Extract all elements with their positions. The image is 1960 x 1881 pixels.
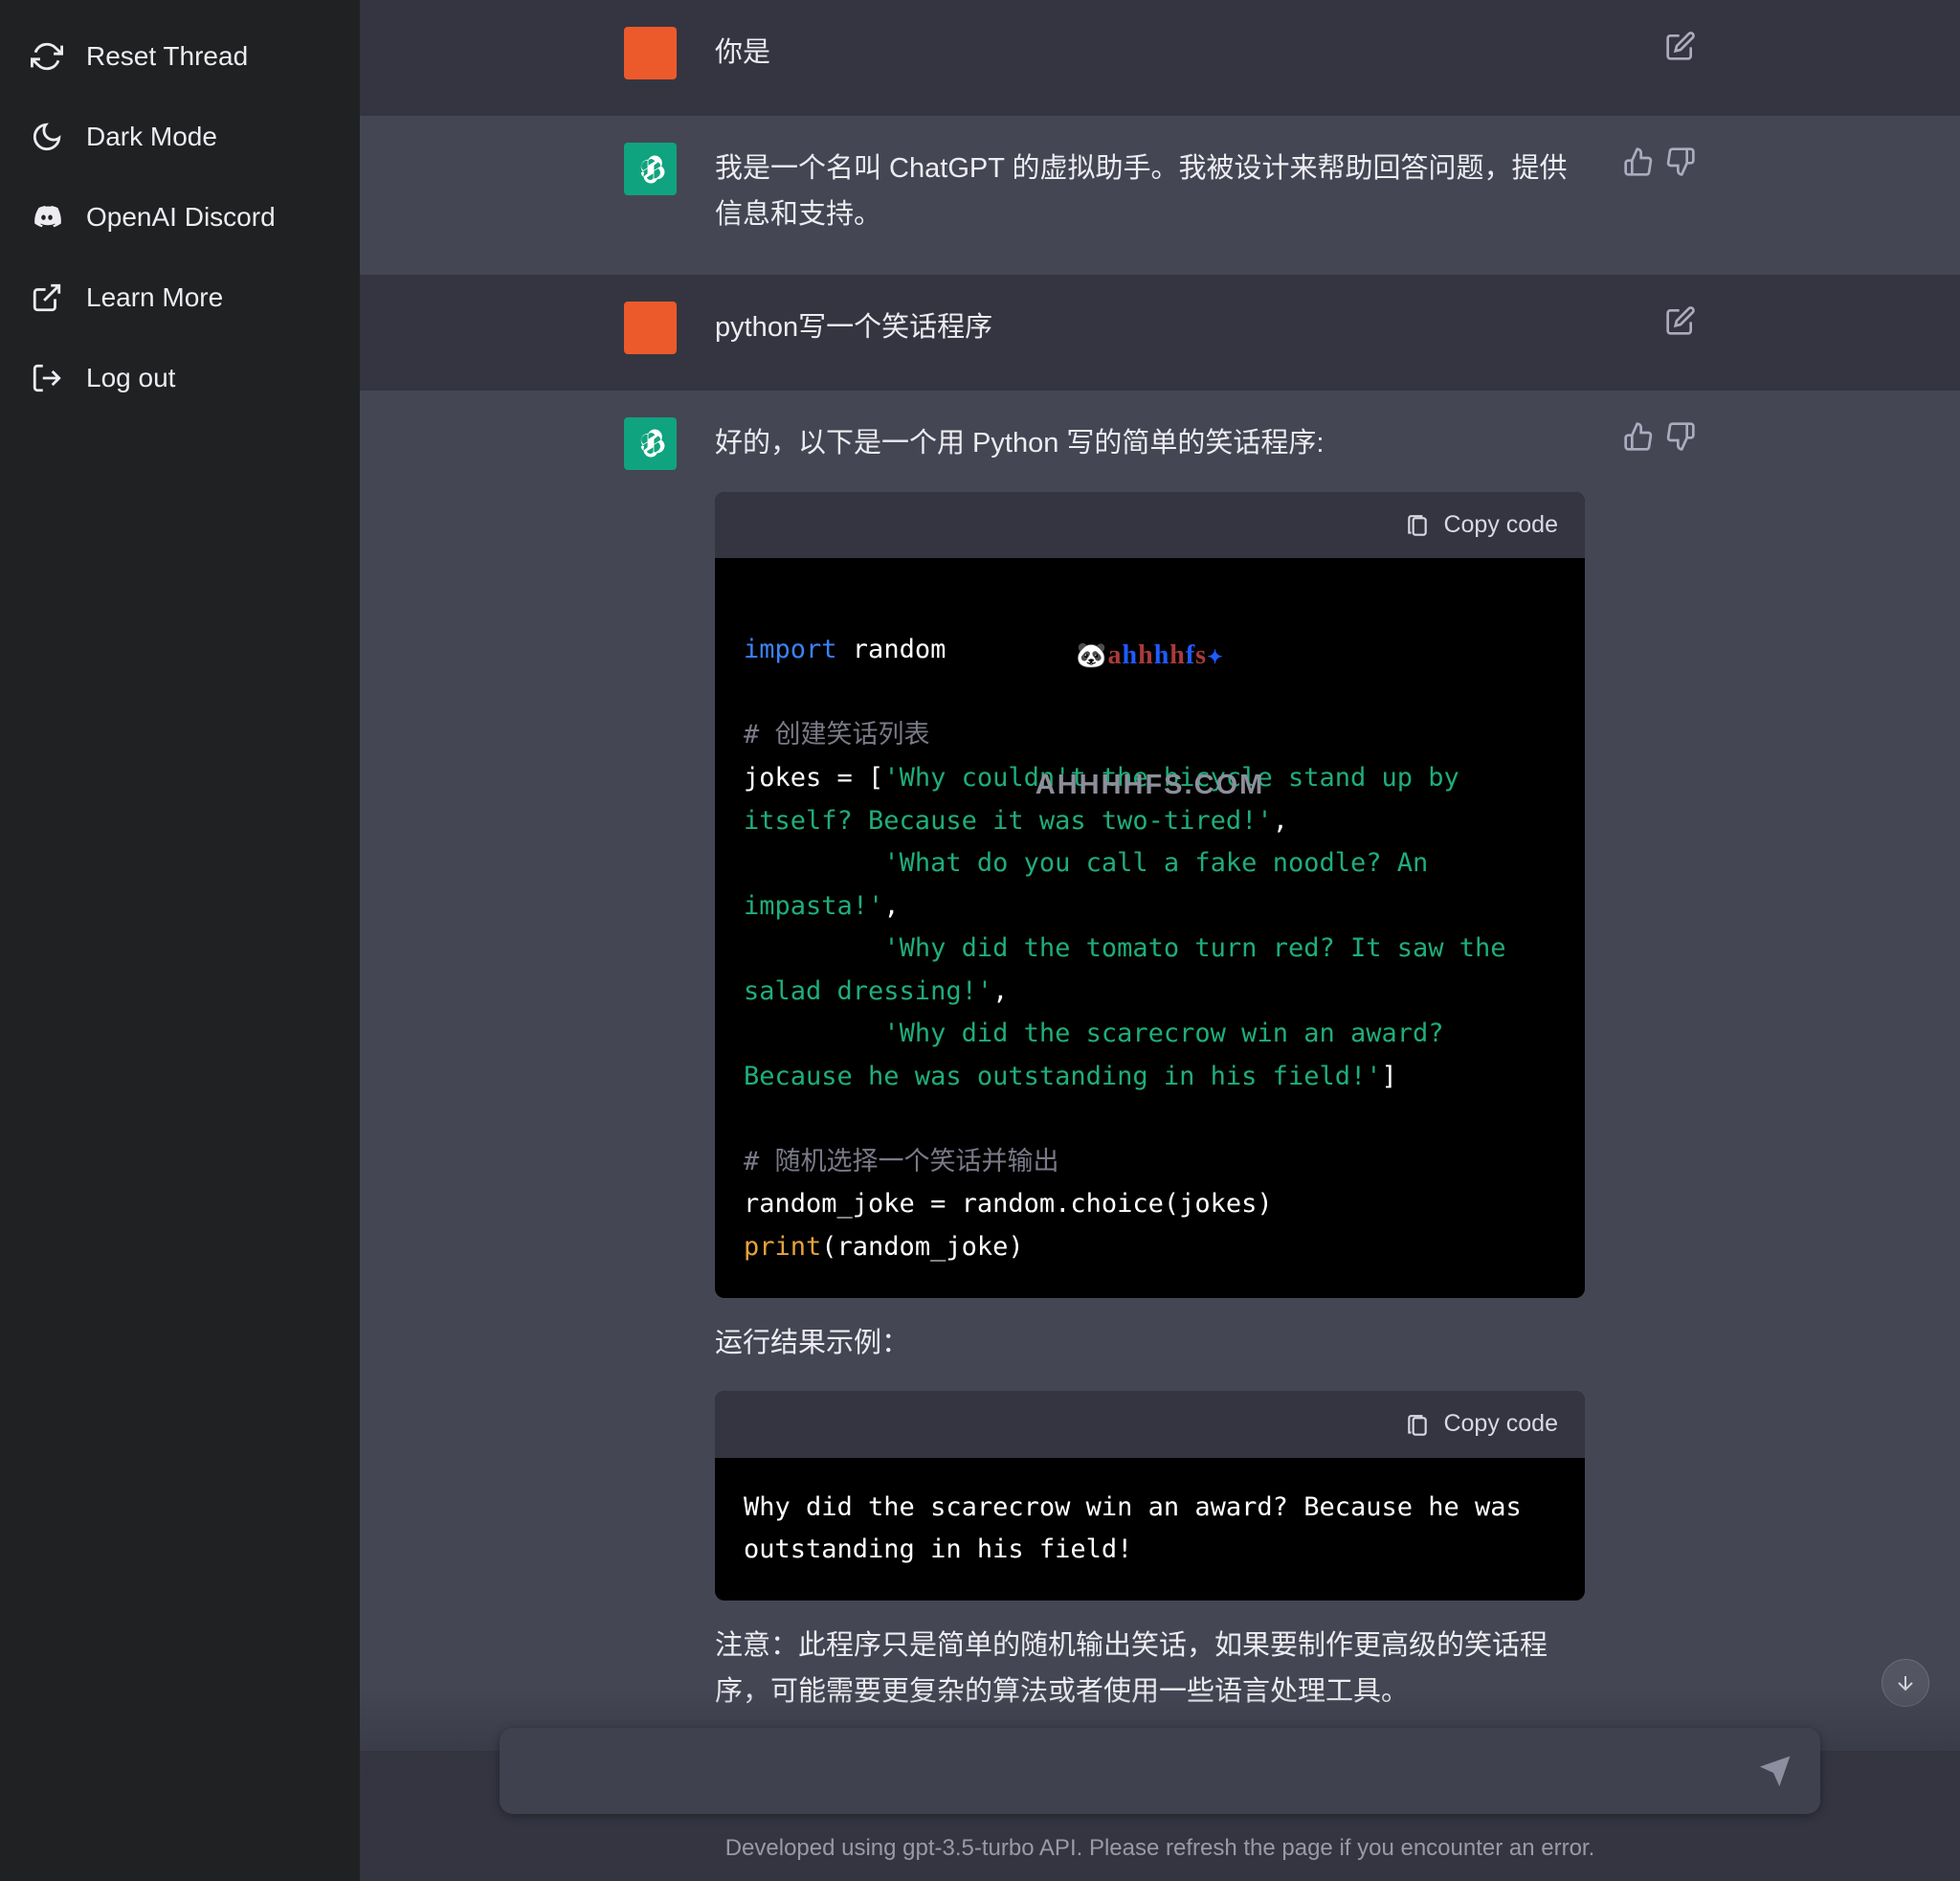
edit-icon[interactable] [1665,31,1696,61]
sidebar-item-label: Log out [86,363,175,393]
message-text: 运行结果示例： [715,1321,1585,1367]
footer-note: Developed using gpt-3.5-turbo API. Pleas… [725,1835,1595,1862]
message-row-assistant: 我是一个名叫 ChatGPT 的虚拟助手。我被设计来帮助回答问题，提供信息和支持… [360,116,1960,275]
thumbs-down-icon[interactable] [1665,421,1696,452]
composer [500,1728,1820,1814]
message-input[interactable] [528,1756,1759,1786]
code-header: Copy code [715,1391,1585,1457]
sidebar-item-dark-mode[interactable]: Dark Mode [13,100,346,174]
sidebar-item-label: Dark Mode [86,122,217,152]
clipboard-icon [1405,512,1430,537]
send-icon [1759,1755,1792,1787]
sidebar-item-label: OpenAI Discord [86,202,276,233]
message-text: 我是一个名叫 ChatGPT 的虚拟助手。我被设计来帮助回答问题，提供信息和支持… [715,143,1585,238]
code-header: Copy code [715,492,1585,558]
logout-icon [31,362,63,394]
message-content: 好的，以下是一个用 Python 写的简单的笑话程序: Copy code 🐼a… [715,417,1585,1715]
main: 你是 我是一个名叫 ChatGPT 的虚拟助手。我被设计来帮助回答问题，提供信息… [360,0,1960,1881]
code-block: Copy code 🐼ahhhhfs✦ AHHHHFS.COM import r… [715,492,1585,1298]
message-text: python写一个笑话程序 [715,302,1627,354]
message-row-user: 你是 [360,0,1960,116]
edit-icon[interactable] [1665,305,1696,336]
avatar-user [624,302,677,354]
send-button[interactable] [1759,1755,1792,1787]
external-icon [31,281,63,314]
sidebar-item-label: Reset Thread [86,41,248,72]
thumbs-down-icon[interactable] [1665,146,1696,177]
message-text: 你是 [715,27,1627,79]
thumbs-up-icon[interactable] [1623,421,1654,452]
code-block: Copy code Why did the scarecrow win an a… [715,1391,1585,1600]
thumbs-up-icon[interactable] [1623,146,1654,177]
openai-logo-icon [635,153,667,186]
sidebar-item-label: Learn More [86,282,223,313]
copy-code-button[interactable]: Copy code [1443,1404,1558,1444]
messages-list: 你是 我是一个名叫 ChatGPT 的虚拟助手。我被设计来帮助回答问题，提供信息… [360,0,1960,1881]
code-content: 🐼ahhhhfs✦ AHHHHFS.COM import random # 创建… [715,558,1585,1298]
message-row-assistant: 好的，以下是一个用 Python 写的简单的笑话程序: Copy code 🐼a… [360,391,1960,1752]
composer-area: Developed using gpt-3.5-turbo API. Pleas… [360,1690,1960,1881]
avatar-assistant [624,143,677,195]
sidebar-item-discord[interactable]: OpenAI Discord [13,180,346,255]
copy-code-button[interactable]: Copy code [1443,505,1558,545]
openai-logo-icon [635,427,667,459]
code-content: Why did the scarecrow win an award? Beca… [715,1458,1585,1601]
message-row-user: python写一个笑话程序 [360,275,1960,391]
message-text: 好的，以下是一个用 Python 写的简单的笑话程序: [715,421,1585,467]
sidebar-item-logout[interactable]: Log out [13,341,346,415]
sidebar-item-learn-more[interactable]: Learn More [13,260,346,335]
sidebar-item-reset-thread[interactable]: Reset Thread [13,19,346,94]
avatar-user [624,27,677,79]
clipboard-icon [1405,1412,1430,1437]
refresh-icon [31,40,63,73]
discord-icon [31,201,63,234]
avatar-assistant [624,417,677,470]
sidebar: Reset Thread Dark Mode OpenAI Discord Le… [0,0,360,1881]
moon-icon [31,121,63,153]
